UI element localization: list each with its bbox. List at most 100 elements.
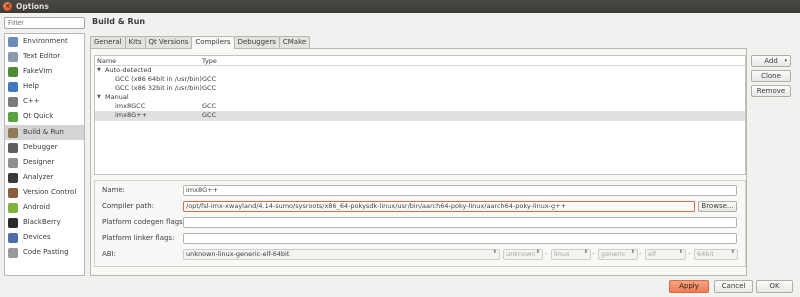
expand-arrow-icon[interactable]: ▼ [97, 93, 101, 102]
spin-arrows-icon: ⬍ [630, 249, 635, 255]
compiler-tree[interactable]: Name Type ▼ Auto-detected GCC (x86 64bit i… [94, 55, 746, 175]
compiler-row[interactable]: imx8G++ GCC [95, 111, 745, 121]
compiler-type: GCC [202, 111, 217, 120]
android-icon [8, 203, 18, 214]
compiler-name: imx8GCC [115, 102, 146, 111]
ok-button[interactable]: OK [756, 280, 793, 293]
abi-part-select-0[interactable]: unknown ⬍ [503, 249, 543, 260]
abi-part-value: 64bit [697, 250, 714, 258]
tab-debuggers[interactable]: Debuggers [233, 36, 280, 48]
sidebar-item-label: Help [23, 82, 39, 91]
name-label: Name: [102, 186, 126, 194]
sidebar-item-label: Code Pasting [23, 248, 69, 257]
codegen-flags-field[interactable] [183, 217, 737, 228]
sidebar-item-cpp[interactable]: C++ [5, 94, 84, 109]
help-icon [8, 82, 18, 93]
filter-input[interactable] [4, 17, 85, 29]
compiler-type: GCC [202, 102, 217, 111]
remove-button[interactable]: Remove [751, 85, 791, 97]
abi-separator: - [688, 250, 691, 258]
cancel-button[interactable]: Cancel [714, 280, 753, 293]
linker-flags-field[interactable] [183, 233, 737, 244]
sidebar-item-label: Android [23, 203, 51, 212]
tab-bar: General Kits Qt Versions Compilers Debuggers… [90, 36, 311, 49]
blackberry-icon [8, 218, 18, 229]
linker-flags-label: Platform linker flags: [102, 234, 175, 242]
spin-arrows-icon: ⬍ [535, 249, 540, 255]
sidebar-item-debugger[interactable]: Debugger [5, 140, 84, 155]
version-control-icon [8, 187, 18, 198]
abi-label: ABI: [102, 250, 117, 258]
cpp-icon [8, 97, 18, 108]
sidebar-item-blackberry[interactable]: BlackBerry [5, 215, 84, 230]
sidebar-item-label: Qt Quick [23, 112, 54, 121]
column-type-header[interactable]: Type [202, 56, 217, 66]
compiler-path-field[interactable]: /opt/fsl-imx-xwayland/4.14-sumo/sysroots… [183, 201, 695, 212]
abi-part-select-1[interactable]: linux ⬍ [551, 249, 591, 260]
compiler-name: GCC (x86 32bit in /usr/bin) [115, 84, 202, 93]
tree-group-row[interactable]: ▼ Manual [95, 93, 745, 102]
close-icon[interactable]: × [3, 2, 12, 11]
sidebar-item-android[interactable]: Android [5, 200, 84, 215]
qt-quick-icon [8, 112, 18, 123]
compiler-row[interactable]: imx8GCC GCC [95, 102, 745, 111]
compiler-name: Auto-detected [105, 66, 152, 74]
tab-general[interactable]: General [90, 36, 126, 48]
sidebar-item-label: FakeVim [23, 67, 53, 76]
sidebar-item-label: BlackBerry [23, 218, 61, 227]
sidebar-item-label: Build & Run [23, 127, 64, 136]
apply-button[interactable]: Apply [669, 280, 709, 293]
environment-icon [8, 37, 18, 47]
sidebar-item-label: C++ [23, 97, 40, 106]
sidebar-item-label: Version Control [23, 187, 77, 196]
debugger-icon [8, 142, 18, 153]
compiler-name: imx8G++ [115, 111, 148, 120]
designer-icon [8, 157, 18, 168]
abi-part-select-4[interactable]: 64bit ⬍ [694, 249, 738, 260]
sidebar-item-devices[interactable]: Devices [5, 230, 84, 245]
abi-part-select-2[interactable]: generic ⬍ [598, 249, 638, 260]
category-list[interactable]: Environment Text Editor FakeVim Help C++ Qt Q… [4, 33, 85, 276]
sidebar-item-qt-quick[interactable]: Qt Quick [5, 109, 84, 124]
sidebar-item-label: Analyzer [23, 172, 54, 181]
abi-part-value: unknown [506, 250, 536, 258]
devices-icon [8, 233, 18, 244]
expand-arrow-icon[interactable]: ▼ [97, 66, 101, 75]
sidebar-item-label: Designer [23, 157, 55, 166]
column-name-header[interactable]: Name [97, 56, 116, 66]
abi-select[interactable]: unknown-linux-generic-elf-64bit ⬍ [183, 249, 500, 260]
sidebar-item-environment[interactable]: Environment [5, 34, 84, 49]
tree-header: Name Type [95, 56, 745, 66]
chevron-down-icon: ▾ [784, 58, 787, 64]
tree-group-row[interactable]: ▼ Auto-detected [95, 66, 745, 75]
text-editor-icon [8, 52, 18, 63]
abi-separator: - [592, 250, 595, 258]
sidebar-item-fakevim[interactable]: FakeVim [5, 64, 84, 79]
compiler-row[interactable]: GCC (x86 32bit in /usr/bin) GCC [95, 84, 745, 93]
sidebar-item-code-pasting[interactable]: Code Pasting [5, 245, 84, 260]
sidebar-item-analyzer[interactable]: Analyzer [5, 170, 84, 185]
tab-cmake[interactable]: CMake [278, 36, 311, 48]
spin-arrows-icon: ⬍ [678, 249, 683, 255]
sidebar-item-label: Debugger [23, 142, 58, 151]
sidebar-item-build-run[interactable]: Build & Run [5, 124, 84, 140]
name-field[interactable]: imx8G++ [183, 185, 737, 196]
clone-button[interactable]: Clone [751, 70, 791, 82]
add-button[interactable]: Add ▾ [751, 55, 791, 67]
tab-qt-versions[interactable]: Qt Versions [144, 36, 193, 48]
browse-button[interactable]: Browse... [698, 201, 737, 212]
window-title: Options [16, 2, 49, 11]
spin-arrows-icon: ⬍ [492, 249, 497, 255]
tab-kits[interactable]: Kits [124, 36, 146, 48]
sidebar-item-designer[interactable]: Designer [5, 155, 84, 170]
abi-part-select-3[interactable]: elf ⬍ [645, 249, 686, 260]
page-title: Build & Run [92, 17, 146, 26]
compiler-type: GCC [202, 84, 217, 93]
sidebar-item-version-control[interactable]: Version Control [5, 185, 84, 200]
tab-compilers[interactable]: Compilers [191, 36, 235, 49]
sidebar-item-label: Text Editor [23, 52, 61, 61]
sidebar-item-help[interactable]: Help [5, 79, 84, 94]
compiler-row[interactable]: GCC (x86 64bit in /usr/bin) GCC [95, 75, 745, 84]
sidebar-item-text-editor[interactable]: Text Editor [5, 49, 84, 64]
abi-part-value: generic [601, 250, 626, 258]
